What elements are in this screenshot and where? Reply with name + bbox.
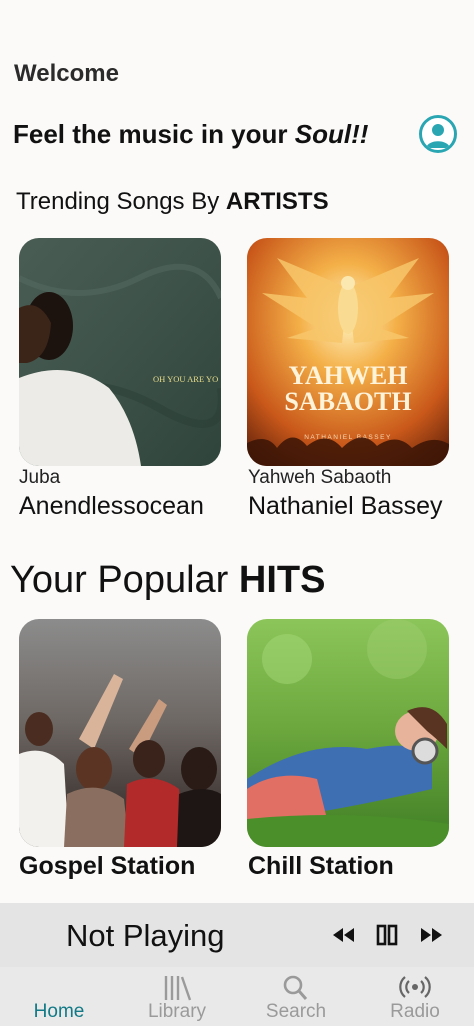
tab-library[interactable]: Library — [118, 967, 236, 1026]
hits-label-gospel-station: Gospel Station — [19, 852, 196, 880]
cover-text-juba: OH YOU ARE YO — [153, 374, 218, 384]
trending-title-text: Trending Songs By — [16, 188, 226, 215]
tab-home[interactable]: Home — [0, 967, 118, 1026]
tab-radio[interactable]: Radio — [356, 967, 474, 1026]
album-cover-juba: OH YOU ARE YO — [19, 238, 221, 466]
tab-library-label: Library — [147, 1001, 207, 1022]
trending-section-title: Trending Songs By ARTISTS — [16, 188, 329, 216]
chill-station-image — [247, 619, 449, 847]
hits-label-chill-station: Chill Station — [248, 852, 394, 880]
now-playing-status: Not Playing — [66, 918, 225, 953]
tab-search-label: Search — [265, 1001, 327, 1022]
user-icon — [426, 124, 450, 148]
trending-card-yahweh-sabaoth[interactable]: YAHWEH SABAOTH NATHANIEL BASSEY — [247, 238, 449, 466]
bottom-tab-bar: Home Library Search Radio — [0, 967, 474, 1026]
tagline-text: Feel the music in your — [13, 119, 295, 149]
tab-home-label: Home — [33, 1001, 85, 1022]
now-playing-bar[interactable]: Not Playing — [0, 903, 474, 967]
pause-button[interactable] — [374, 923, 400, 947]
trending-card-juba[interactable]: OH YOU ARE YO — [19, 238, 221, 466]
hits-card-chill-station[interactable] — [247, 619, 449, 847]
trending-song-yahweh-sabaoth: Yahweh Sabaoth — [248, 467, 392, 488]
rewind-button[interactable] — [331, 923, 357, 947]
gospel-station-image — [19, 619, 221, 847]
tab-search[interactable]: Search — [237, 967, 355, 1026]
radio-icon — [399, 976, 431, 998]
hits-title-bold: HITS — [238, 559, 326, 601]
search-icon — [283, 975, 308, 1000]
pause-icon — [376, 924, 398, 946]
trending-artist-anendlessocean: Anendlessocean — [19, 492, 204, 520]
tagline: Feel the music in your Soul!! — [13, 119, 368, 150]
fast-forward-icon — [421, 928, 442, 942]
cover-title-2: SABAOTH — [284, 387, 411, 416]
welcome-heading: Welcome — [14, 60, 119, 87]
library-icon — [164, 976, 192, 1001]
fast-forward-button[interactable] — [418, 923, 444, 947]
tagline-emphasis: Soul!! — [294, 119, 369, 149]
trending-artist-nathaniel-bassey: Nathaniel Bassey — [248, 492, 443, 520]
hits-title-text: Your Popular — [10, 559, 239, 601]
trending-title-bold: ARTISTS — [225, 188, 329, 215]
profile-avatar-button[interactable] — [419, 115, 457, 153]
cover-title-1: YAHWEH — [289, 361, 408, 390]
hits-section-title: Your Popular HITS — [10, 559, 325, 602]
tab-radio-label: Radio — [390, 1001, 440, 1022]
album-cover-yahweh-sabaoth: YAHWEH SABAOTH NATHANIEL BASSEY — [247, 238, 449, 466]
hits-card-gospel-station[interactable] — [19, 619, 221, 847]
rewind-icon — [333, 928, 354, 942]
trending-song-juba: Juba — [19, 467, 61, 488]
